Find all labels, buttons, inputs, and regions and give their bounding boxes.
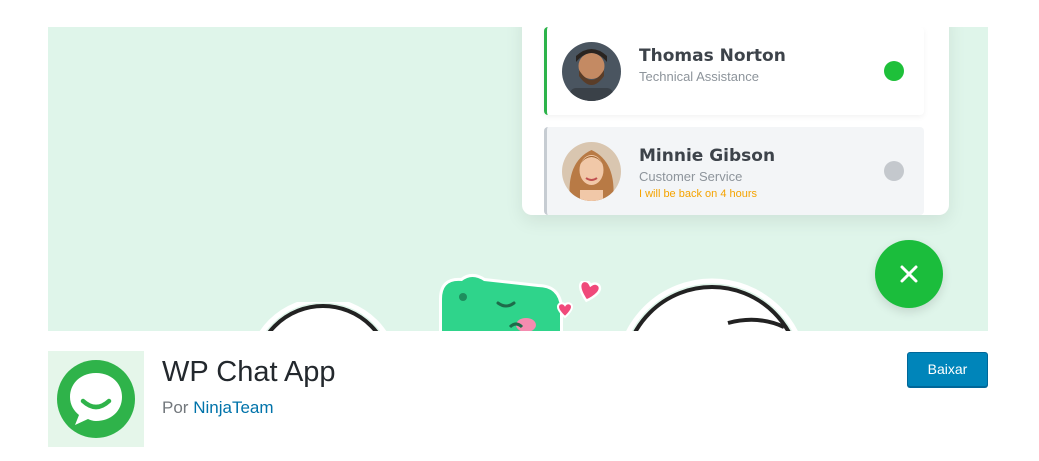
plugin-title: WP Chat App <box>162 356 336 388</box>
plugin-banner: Thomas Norton Technical Assistance Minni… <box>48 27 988 331</box>
face-sticker-left-illustration <box>259 302 387 331</box>
online-status-icon <box>884 61 904 81</box>
agent-item-minnie-gibson[interactable]: Minnie Gibson Customer Service I will be… <box>544 127 924 215</box>
close-icon <box>900 265 918 283</box>
agent-name: Thomas Norton <box>639 46 786 66</box>
agent-role: Technical Assistance <box>639 69 759 84</box>
hearts-icon <box>556 281 602 319</box>
chat-agents-card: Thomas Norton Technical Assistance Minni… <box>522 27 949 215</box>
download-button[interactable]: Baixar <box>907 352 988 387</box>
plugin-logo <box>48 351 144 447</box>
chat-bubble-icon <box>57 360 135 438</box>
author-link[interactable]: NinjaTeam <box>193 398 273 417</box>
face-sticker-right-illustration <box>626 278 798 331</box>
agent-role: Customer Service <box>639 169 743 184</box>
away-message: I will be back on 4 hours <box>639 188 758 200</box>
close-chat-button[interactable] <box>875 240 943 308</box>
offline-status-icon <box>884 161 904 181</box>
plugin-author: Por NinjaTeam <box>162 398 274 418</box>
agent-name: Minnie Gibson <box>639 146 776 166</box>
author-prefix: Por <box>162 398 189 417</box>
avatar <box>562 42 621 101</box>
avatar <box>562 142 621 201</box>
agent-item-thomas-norton[interactable]: Thomas Norton Technical Assistance <box>544 27 924 115</box>
